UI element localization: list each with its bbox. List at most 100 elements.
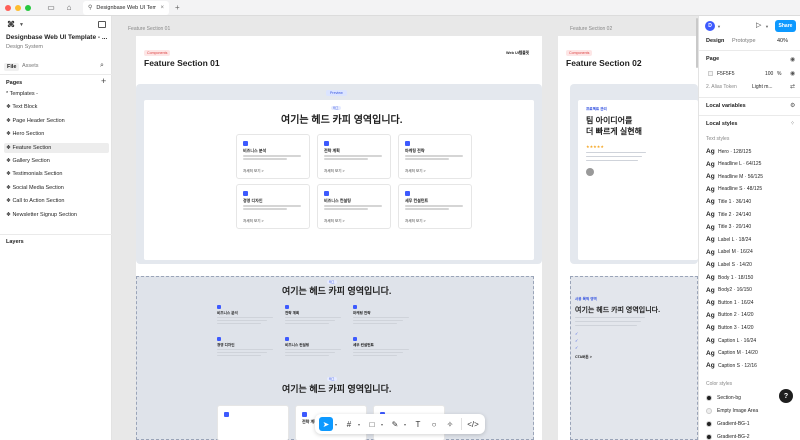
text-tool-icon[interactable]: T — [411, 417, 425, 431]
text-style-item[interactable]: Ag Title 3 · 20/140 — [706, 222, 751, 233]
page-item[interactable]: ❖ Hero Section — [4, 129, 109, 139]
actions-icon[interactable]: ✧ — [443, 417, 457, 431]
page-item[interactable]: ❖ Social Media Section — [4, 183, 109, 193]
text-style-item[interactable]: Ag Caption L · 16/24 — [706, 335, 756, 346]
tab-assets[interactable]: Assets — [22, 63, 39, 69]
move-tool-icon[interactable]: ➤ — [319, 417, 333, 431]
canvas[interactable]: Feature Section 01 Feature Section 02 Co… — [112, 16, 698, 440]
text-style-item[interactable]: Ag Headline S · 48/125 — [706, 184, 762, 195]
frame-label-2[interactable]: Feature Section 02 — [570, 26, 612, 32]
frame-label-1[interactable]: Feature Section 01 — [128, 26, 170, 32]
frame-feature-section-01[interactable]: Components Feature Section 01 Web UI템플릿 … — [136, 36, 542, 440]
section-block[interactable]: 사용 목적 영역 여기는 헤드 카피 영역입니다. ✓ ✓ ✓ CTA버튼 > — [570, 276, 698, 440]
tab-design[interactable]: Design — [706, 38, 724, 44]
text-style-item[interactable]: Ag Headline M · 56/125 — [706, 171, 763, 182]
minimize-window-button[interactable] — [15, 4, 21, 11]
new-tab-icon[interactable]: + — [175, 3, 180, 12]
add-page-icon[interactable]: + — [101, 76, 106, 86]
files-folder-icon[interactable]: ▭ — [45, 2, 57, 14]
color-style-item[interactable]: Empty Image Area — [706, 408, 758, 414]
text-style-item[interactable]: Ag Label M · 16/24 — [706, 247, 753, 258]
text-style-item[interactable]: Ag Body 1 · 18/150 — [706, 272, 753, 283]
alias-token-value[interactable]: Light m... — [752, 84, 773, 90]
text-style-item[interactable]: Ag Hero · 128/125 — [706, 146, 751, 157]
preview-frame[interactable]: 프로젝트 관리 팀 아이디어를 더 빠르게 실현해 ★★★★★ — [578, 100, 698, 260]
page-item[interactable]: * Templates - — [4, 89, 109, 99]
text-style-item[interactable]: Ag Button 2 · 14/20 — [706, 310, 754, 321]
read-more-link[interactable]: 자세히 보기 > — [324, 219, 345, 224]
read-more-link[interactable]: 자세히 보기 > — [405, 169, 426, 174]
rectangle-tool-icon[interactable]: □ — [365, 417, 379, 431]
feature-card[interactable]: 전략 계획 자세히 보기 > — [317, 134, 391, 179]
text-style-item[interactable]: Ag Caption S · 12/16 — [706, 360, 757, 371]
feature-card[interactable]: 세무 컨설턴트 자세히 보기 > — [398, 184, 472, 229]
share-button[interactable]: Share — [775, 20, 796, 32]
page-item[interactable]: ❖ Newsletter Signup Section — [4, 210, 109, 220]
text-style-item[interactable]: Ag Label S · 14/20 — [706, 259, 752, 270]
read-more-link[interactable]: 자세히 보기 > — [243, 169, 264, 174]
page-item[interactable]: ❖ Page Header Section — [4, 116, 109, 126]
page-opacity-value[interactable]: 100 — [765, 71, 773, 77]
zoom-level[interactable]: 40% — [777, 38, 788, 44]
frame-feature-section-02[interactable]: Components Feature Section 02 프로젝트 관리 팀 … — [558, 36, 698, 440]
dev-mode-icon[interactable]: </> — [466, 417, 480, 431]
pen-tool-icon[interactable]: ✎ — [388, 417, 402, 431]
read-more-link[interactable]: 자세히 보기 > — [243, 219, 264, 224]
chevron-down-icon[interactable]: ▾ — [404, 422, 409, 427]
text-style-item[interactable]: Ag Title 1 · 36/140 — [706, 196, 751, 207]
page-item[interactable]: ❖ Call to Action Section — [4, 196, 109, 206]
page-color-swatch[interactable] — [708, 71, 713, 76]
chevron-down-icon[interactable]: ▼ — [717, 24, 721, 29]
file-title[interactable]: Designbase Web UI Template - ... — [6, 34, 107, 41]
tab-prototype[interactable]: Prototype — [732, 38, 756, 44]
chevron-down-icon[interactable]: ▼ — [765, 24, 769, 29]
text-style-item[interactable]: Ag Button 3 · 14/20 — [706, 322, 754, 333]
chevron-down-icon[interactable]: ▾ — [381, 422, 386, 427]
read-more-link[interactable]: 자세히 보기 > — [324, 169, 345, 174]
present-icon[interactable]: ▷ — [756, 21, 761, 29]
local-variables-header[interactable]: Local variables — [706, 103, 746, 109]
close-tab-icon[interactable]: × — [160, 5, 164, 11]
feature-card[interactable]: 마케팅 전략 자세히 보기 > — [398, 134, 472, 179]
text-style-item[interactable]: Ag Headline L · 64/125 — [706, 159, 761, 170]
user-avatar[interactable]: D — [705, 21, 715, 31]
text-style-item[interactable]: Ag Button 1 · 16/24 — [706, 297, 754, 308]
text-style-item[interactable]: Ag Caption M · 14/20 — [706, 348, 758, 359]
home-icon[interactable]: ⌂ — [63, 2, 75, 14]
text-style-item[interactable]: Ag Title 2 · 24/140 — [706, 209, 751, 220]
text-style-item[interactable]: Ag Label L · 18/24 — [706, 234, 751, 245]
file-tab[interactable]: ⚲ Designbase Web UI Template - v × — [83, 0, 169, 15]
read-more-link[interactable]: 자세히 보기 > — [405, 219, 426, 224]
panel-toggle-icon[interactable] — [98, 21, 106, 28]
text-style-item[interactable]: Ag Body2 · 16/150 — [706, 285, 752, 296]
page-item[interactable]: ❖ Testimonials Section — [4, 169, 109, 179]
chevron-down-icon[interactable]: ▾ — [335, 422, 340, 427]
color-style-item[interactable]: Gradient-BG-2 — [706, 434, 750, 440]
tab-file[interactable]: File — [4, 63, 20, 71]
color-style-item[interactable]: Gradient-BG-1 — [706, 421, 750, 427]
settings-icon[interactable]: ⚙ — [790, 102, 795, 109]
page-item[interactable]: ❖ Feature Section — [4, 142, 109, 153]
page-color-value[interactable]: F5F5F5 — [717, 71, 735, 77]
feature-card[interactable]: 경영 디자인 자세히 보기 > — [236, 184, 310, 229]
close-window-button[interactable] — [5, 4, 11, 11]
search-icon[interactable]: ⌕ — [100, 62, 104, 70]
chevron-down-icon[interactable]: ▾ — [358, 422, 363, 427]
scrollbar[interactable] — [696, 18, 698, 68]
preview-frame[interactable]: 태그 여기는 헤드 카피 영역입니다. 비즈니스 분석 자세히 보기 > 전략 계획… — [144, 100, 534, 260]
styles-icon[interactable]: ⁘ — [790, 120, 795, 127]
color-style-item[interactable]: Section-bg — [706, 395, 741, 401]
feature-card[interactable]: 비즈니스 분석 자세히 보기 > — [236, 134, 310, 179]
project-name[interactable]: Design System — [6, 44, 43, 50]
feature-card[interactable]: 비즈니스 컨설팅 자세히 보기 > — [317, 184, 391, 229]
comment-tool-icon[interactable]: ○ — [427, 417, 441, 431]
page-item[interactable]: ❖ Gallery Section — [4, 156, 109, 166]
page-item[interactable]: ❖ Text Block — [4, 102, 109, 112]
feature-card[interactable] — [217, 405, 289, 440]
eye-icon[interactable]: ◉ — [790, 56, 795, 63]
cta-button[interactable]: CTA버튼 > — [575, 355, 592, 360]
frame-tool-icon[interactable]: # — [342, 417, 356, 431]
swap-icon[interactable]: ⇄ — [790, 83, 795, 90]
main-menu[interactable]: ⌘ ▼ — [7, 20, 24, 29]
zoom-window-button[interactable] — [25, 4, 31, 11]
